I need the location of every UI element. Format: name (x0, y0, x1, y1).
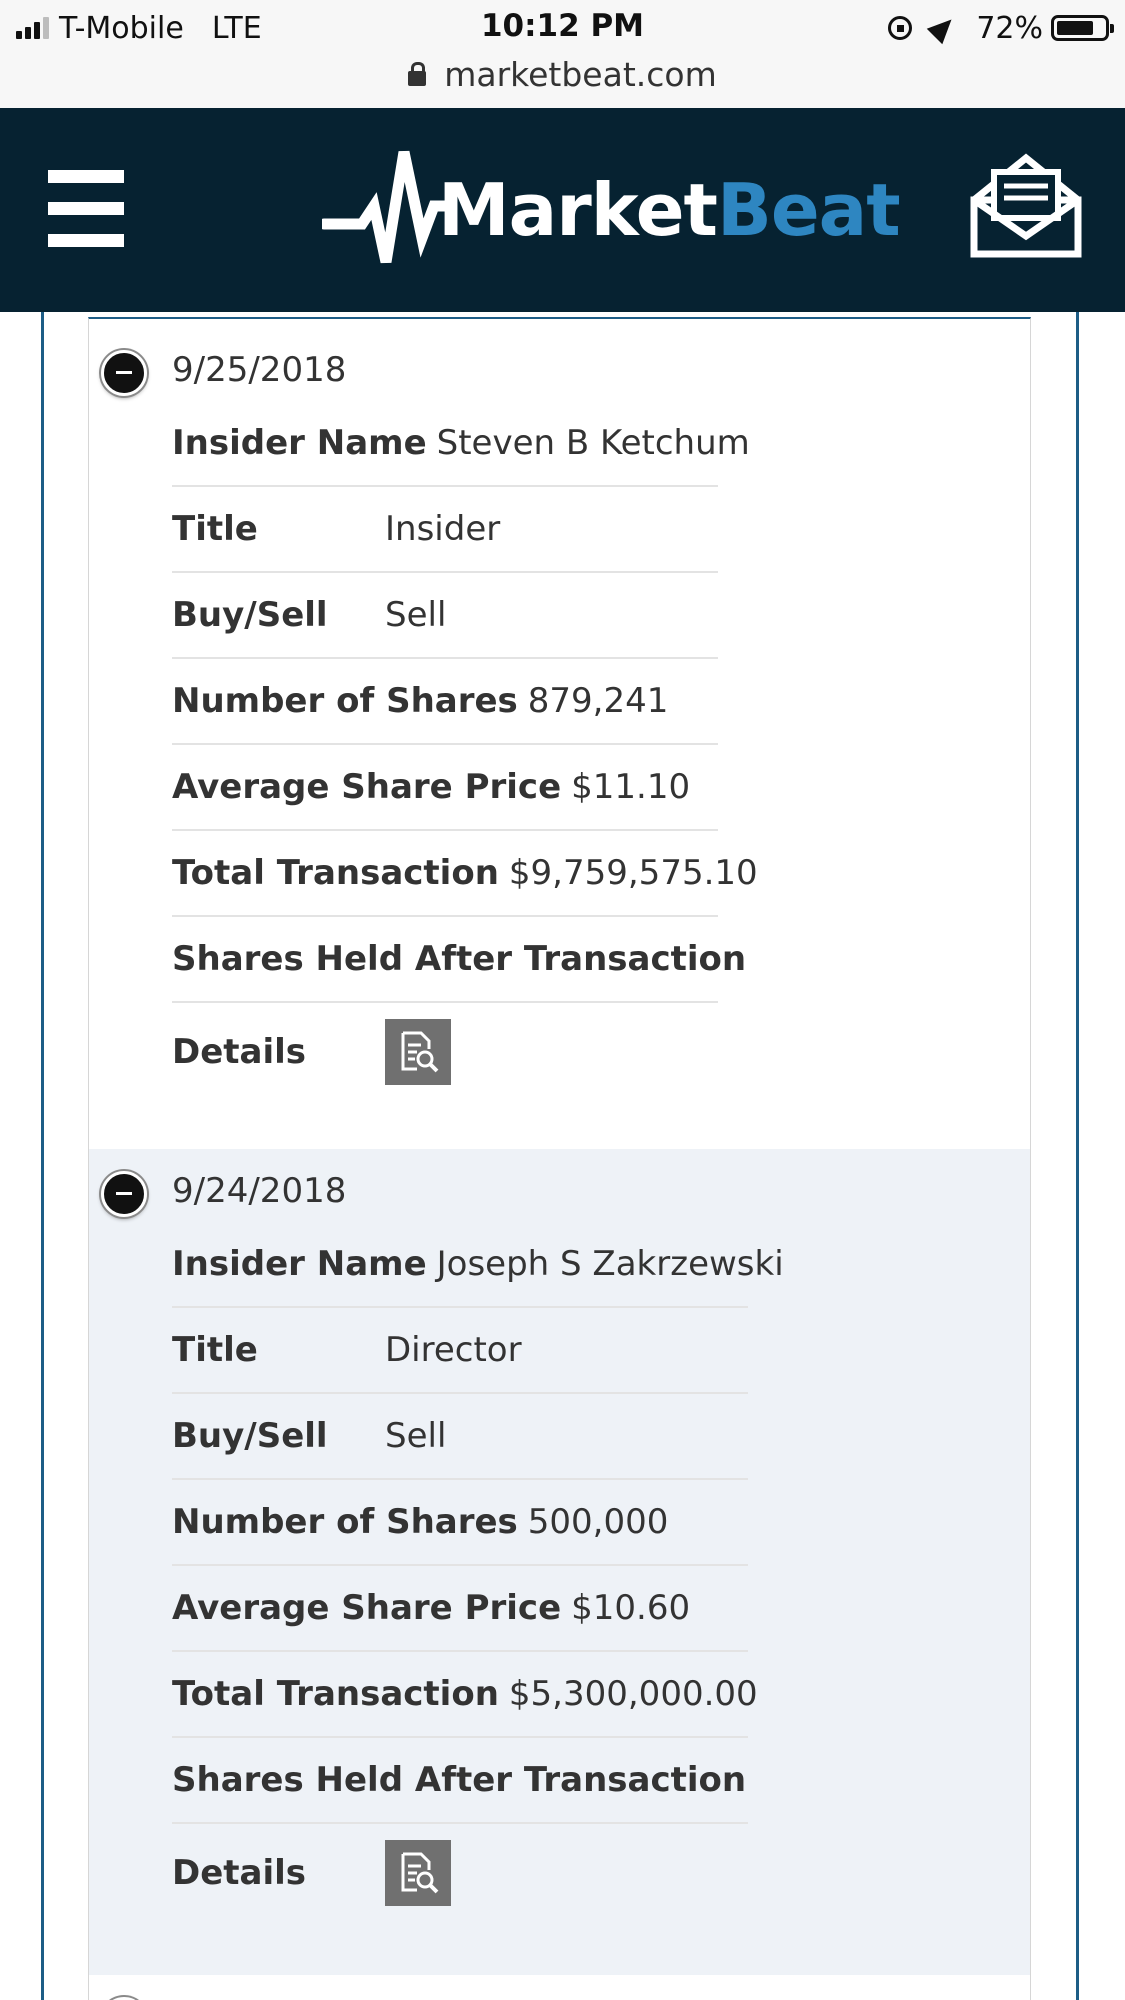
row-details: Details (172, 1824, 748, 1922)
padlock-icon (408, 61, 427, 86)
logo-text-market: Market (438, 168, 718, 252)
row-title: Title Director (172, 1308, 748, 1394)
buy-sell-label: Buy/Sell (172, 1416, 328, 1456)
total-transaction-value: $5,300,000.00 (508, 1674, 758, 1714)
marketbeat-logo[interactable]: MarketBeat (322, 142, 901, 272)
title-label: Title (172, 1330, 258, 1370)
details-label: Details (172, 1032, 307, 1072)
number-of-shares-value: 879,241 (527, 681, 669, 721)
row-title: Title Insider (172, 487, 718, 573)
number-of-shares-label: Number of Shares (172, 1502, 518, 1542)
row-average-share-price: Average Share Price $10.60 (172, 1566, 748, 1652)
row-average-share-price: Average Share Price $11.10 (172, 745, 718, 831)
row-buy-sell: Buy/Sell Sell (172, 1394, 748, 1480)
transaction-date: 9/24/2018 (172, 1171, 347, 1211)
average-share-price-label: Average Share Price (172, 767, 562, 807)
row-insider-name: Insider Name Joseph S Zakrzewski (172, 1222, 784, 1308)
battery-percent: 72% (976, 10, 1043, 46)
buy-sell-value: Sell (385, 1416, 447, 1456)
insider-name-label: Insider Name (172, 423, 427, 463)
title-value: Insider (385, 509, 501, 549)
number-of-shares-value: 500,000 (527, 1502, 669, 1542)
document-search-icon[interactable] (385, 1840, 451, 1906)
site-header: MarketBeat (0, 108, 1125, 312)
row-number-of-shares: Number of Shares 500,000 (172, 1480, 748, 1566)
shares-held-after-label: Shares Held After Transaction (172, 939, 747, 979)
hamburger-menu-icon[interactable] (48, 170, 124, 248)
url-bar[interactable]: marketbeat.com (0, 52, 1125, 96)
insider-trades-list: 9/25/2018 Insider Name Steven B Ketchum … (0, 312, 1125, 2000)
location-arrow-icon (927, 11, 960, 45)
orientation-lock-icon (888, 16, 913, 40)
title-label: Title (172, 509, 258, 549)
buy-sell-value: Sell (385, 595, 447, 635)
details-label: Details (172, 1853, 307, 1893)
row-buy-sell: Buy/Sell Sell (172, 573, 718, 659)
row-shares-held-after: Shares Held After Transaction (172, 1738, 748, 1824)
average-share-price-value: $11.10 (571, 767, 691, 807)
average-share-price-value: $10.60 (571, 1588, 691, 1628)
row-shares-held-after: Shares Held After Transaction (172, 917, 746, 1003)
collapse-toggle-icon[interactable] (101, 350, 147, 396)
status-bar-right: 72% (888, 10, 1114, 46)
document-search-icon[interactable] (385, 1019, 451, 1085)
buy-sell-label: Buy/Sell (172, 595, 328, 635)
collapse-toggle-icon[interactable] (101, 1171, 147, 1217)
average-share-price-label: Average Share Price (172, 1588, 562, 1628)
insider-name-value: Joseph S Zakrzewski (436, 1244, 784, 1284)
transaction-card: 9/24/2018 Insider Name Joseph S Zakrzews… (88, 1149, 1031, 1975)
logo-text-beat: Beat (716, 168, 901, 252)
battery-icon (1051, 15, 1114, 41)
shares-held-after-label: Shares Held After Transaction (172, 1760, 747, 1800)
status-bar: T-Mobile LTE 10:12 PM 72% marketbeat.com (0, 0, 1125, 108)
url-domain[interactable]: marketbeat.com (444, 55, 717, 94)
insider-name-value: Steven B Ketchum (436, 423, 750, 463)
transaction-card: 9/25/2018 Insider Name Steven B Ketchum … (88, 317, 1031, 1149)
total-transaction-label: Total Transaction (172, 1674, 499, 1714)
number-of-shares-label: Number of Shares (172, 681, 518, 721)
transaction-card (88, 1975, 1031, 2000)
total-transaction-value: $9,759,575.10 (508, 853, 758, 893)
title-value: Director (385, 1330, 522, 1370)
envelope-icon[interactable] (968, 150, 1084, 260)
row-number-of-shares: Number of Shares 879,241 (172, 659, 718, 745)
row-total-transaction: Total Transaction $9,759,575.10 (172, 831, 758, 917)
row-details: Details (172, 1003, 718, 1101)
total-transaction-label: Total Transaction (172, 853, 499, 893)
row-insider-name: Insider Name Steven B Ketchum (172, 401, 750, 487)
row-total-transaction: Total Transaction $5,300,000.00 (172, 1652, 758, 1738)
insider-name-label: Insider Name (172, 1244, 427, 1284)
transaction-date: 9/25/2018 (172, 350, 347, 390)
